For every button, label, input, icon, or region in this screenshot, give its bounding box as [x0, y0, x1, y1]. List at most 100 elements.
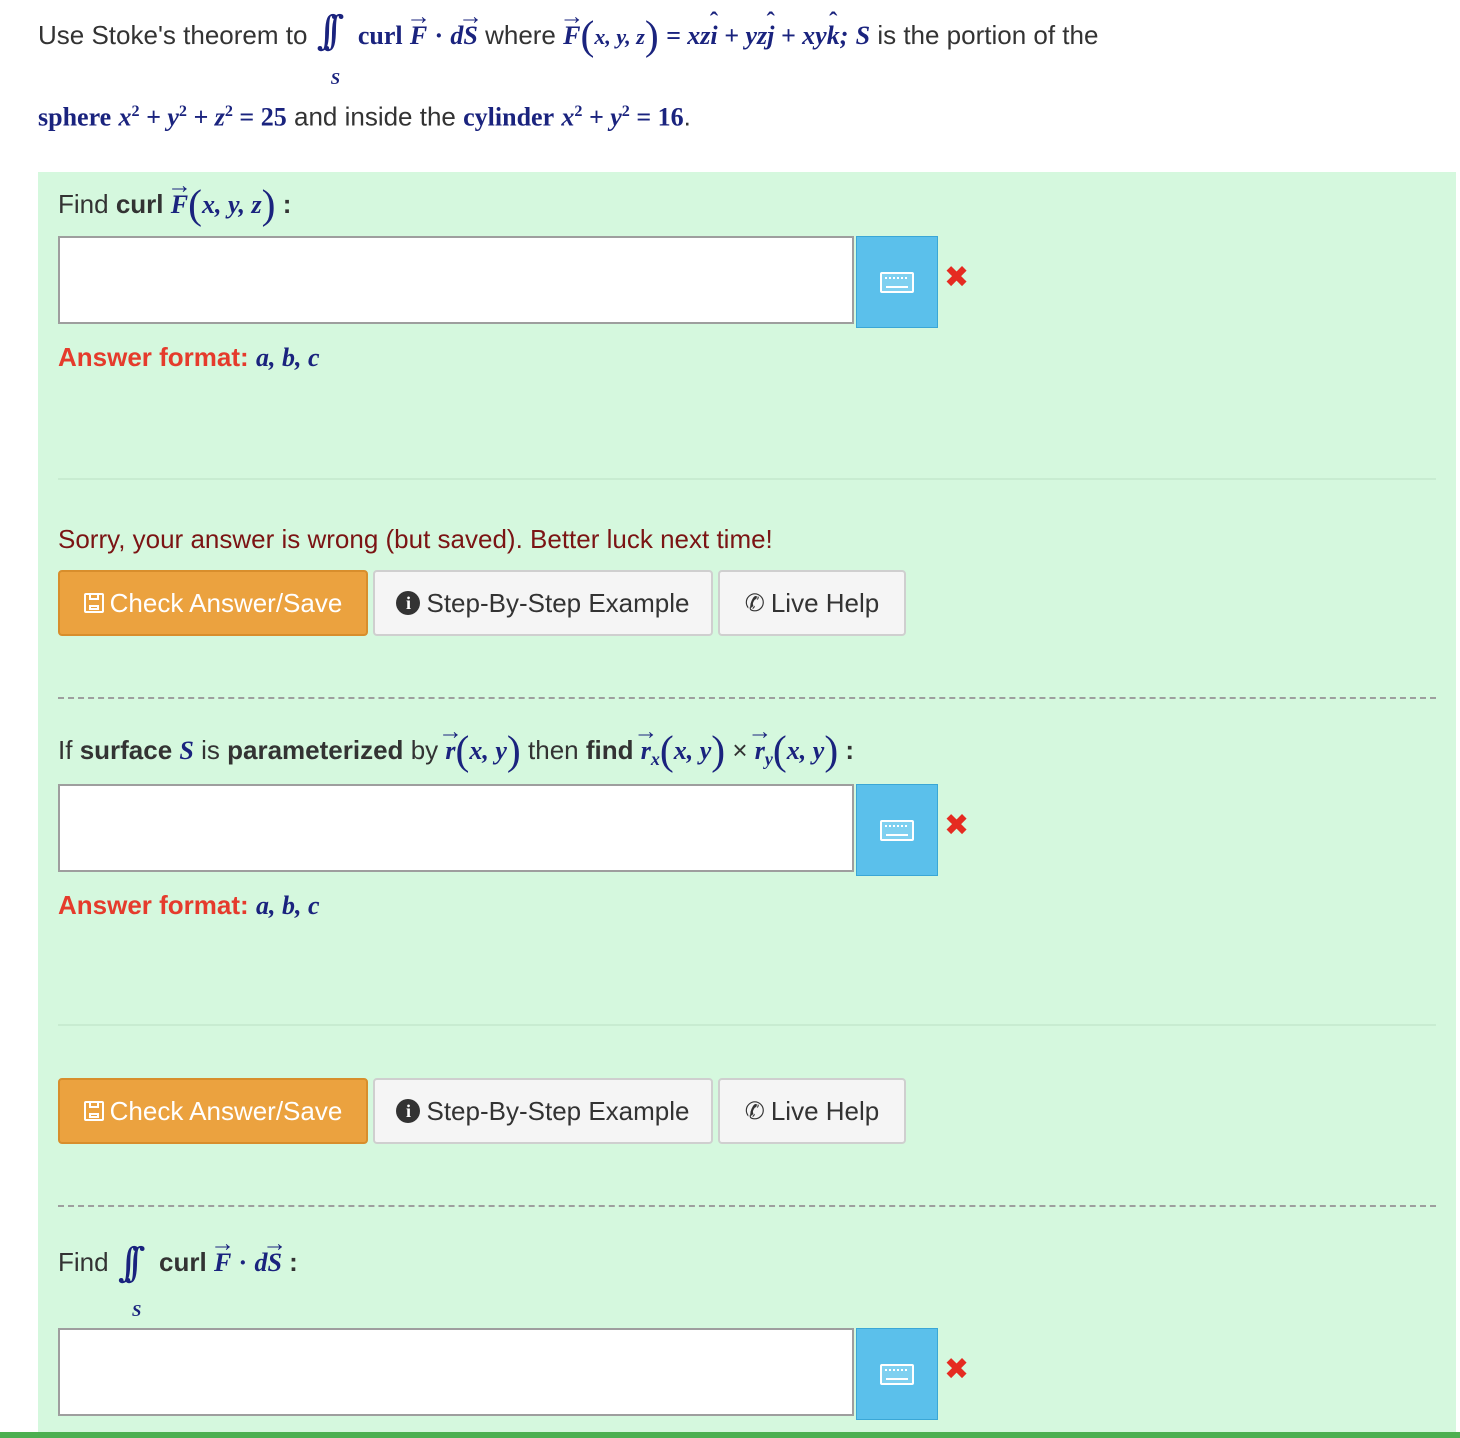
- q3-wrong-icon: ✖: [944, 1352, 970, 1387]
- divider: [58, 1024, 1436, 1026]
- q1-keyboard-button[interactable]: [856, 236, 938, 328]
- step-by-step-label: Step-By-Step Example: [426, 1095, 690, 1126]
- q3-label: Find ∫∫S curl F · dS :: [58, 1236, 298, 1320]
- check-answer-label: Check Answer/Save: [109, 587, 343, 618]
- q3-colon: :: [289, 1247, 298, 1277]
- q2-keyboard-button[interactable]: [856, 784, 938, 876]
- q3-curl-word: curl: [159, 1247, 207, 1277]
- panel-bottom-border: [0, 1432, 1460, 1438]
- q2-is-word: is: [201, 735, 220, 766]
- cylinder-word: cylinder: [463, 102, 555, 132]
- q1-format-value: a, b, c: [255, 343, 320, 372]
- q3-keyboard-button[interactable]: [856, 1328, 938, 1420]
- q2-S: S: [179, 736, 194, 766]
- q2-by-word: by: [410, 735, 439, 766]
- q2-find-word: find: [585, 735, 634, 766]
- save-icon: [83, 593, 104, 613]
- step-by-step-label: Step-By-Step Example: [426, 587, 690, 618]
- live-help-label: Live Help: [770, 587, 880, 618]
- period: .: [683, 101, 691, 132]
- check-answer-button[interactable]: Check Answer/Save: [58, 570, 368, 636]
- step-by-step-button-2[interactable]: i Step-By-Step Example: [373, 1078, 713, 1144]
- curl-word: curl: [357, 21, 403, 51]
- sphere-x-exp: 2: [131, 103, 140, 120]
- q2-answer-format: Answer format: a, b, c: [58, 890, 319, 921]
- live-help-label: Live Help: [770, 1095, 880, 1126]
- q2-vector-r: r: [445, 729, 455, 773]
- check-answer-button-2[interactable]: Check Answer/Save: [58, 1078, 368, 1144]
- F-rhs-3: + xy: [774, 21, 827, 51]
- inside-text: and inside the: [293, 101, 456, 132]
- q2-wrong-icon: ✖: [944, 808, 970, 843]
- where-word: where: [485, 20, 556, 51]
- q3-vector-F: F: [214, 1237, 231, 1289]
- F-rhs-1: = xz: [665, 21, 711, 51]
- q3-answer-input[interactable]: [58, 1328, 854, 1416]
- keyboard-icon: [880, 271, 914, 293]
- q3-surface-integral-symbol: ∫∫ S: [116, 1240, 152, 1320]
- vector-F-def: F: [563, 15, 580, 57]
- q2-answer-input[interactable]: [58, 784, 854, 872]
- sphere-y-exp: 2: [178, 103, 187, 120]
- problem-line-2: sphere x2 + y2 + z2 = 25 and inside the …: [38, 94, 691, 136]
- keyboard-icon: [880, 819, 914, 841]
- sphere-eq-z: + z: [186, 102, 225, 132]
- cyl-y-exp: 2: [621, 103, 630, 120]
- answer-panel: Find curl F(x, y, z) : ✖ Answer format: …: [38, 172, 1456, 1438]
- q2-r-args: x, y: [469, 736, 507, 766]
- keyboard-icon: [880, 1363, 914, 1385]
- divider-dashed: [58, 697, 1436, 699]
- q3-find-word: Find: [58, 1247, 109, 1277]
- step-by-step-button[interactable]: i Step-By-Step Example: [373, 570, 713, 636]
- q1-find-word: Find: [58, 189, 109, 220]
- q1-answer-input[interactable]: [58, 236, 854, 324]
- k-hat: k: [827, 15, 840, 57]
- S-variable: S: [855, 21, 871, 51]
- q2-vector-ry: r: [755, 729, 765, 773]
- q2-param-word: parameterized: [227, 735, 404, 766]
- surface-integral-symbol: ∫∫ S: [315, 10, 351, 88]
- q2-colon: :: [845, 735, 855, 766]
- phone-icon: ✆: [744, 589, 765, 617]
- F-rhs-2: + yz: [717, 21, 768, 51]
- F-args: x, y, z: [594, 24, 645, 50]
- sphere-eq-x: x: [118, 102, 132, 132]
- q1-curl-word: curl: [115, 189, 164, 220]
- q1-answer-format: Answer format: a, b, c: [58, 342, 319, 373]
- check-answer-label: Check Answer/Save: [109, 1095, 343, 1126]
- live-help-button-2[interactable]: ✆ Live Help: [718, 1078, 906, 1144]
- phone-icon: ✆: [744, 1097, 765, 1125]
- q2-format-label: Answer format:: [58, 890, 249, 920]
- info-icon: i: [396, 1099, 421, 1123]
- q1-format-label: Answer format:: [58, 342, 249, 372]
- problem-prefix: Use Stoke's theorem to: [38, 20, 308, 51]
- q1-colon: :: [282, 189, 292, 220]
- q1-vector-F: F: [171, 183, 188, 227]
- q1-wrong-icon: ✖: [944, 260, 970, 295]
- problem-statement: Use Stoke's theorem to ∫∫S curl F · dS w…: [38, 10, 1438, 132]
- q2-rx-args: x, y: [673, 736, 712, 766]
- divider-dashed: [58, 1205, 1436, 1207]
- sphere-eq-y: + y: [139, 102, 179, 132]
- info-icon: i: [396, 591, 421, 615]
- i-hat: i: [710, 15, 717, 57]
- problem-line-1: Use Stoke's theorem to ∫∫S curl F · dS w…: [38, 10, 1438, 88]
- q2-then-word: then: [528, 735, 579, 766]
- sphere-eq-rhs: = 25: [232, 102, 287, 132]
- cyl-eq-rhs: = 16: [629, 102, 684, 132]
- q1-label: Find curl F(x, y, z) :: [58, 182, 291, 227]
- save-icon: [83, 1101, 104, 1121]
- live-help-button[interactable]: ✆ Live Help: [718, 570, 906, 636]
- vector-S: S: [463, 15, 477, 57]
- q2-vector-rx: r: [641, 729, 651, 773]
- q2-if-word: If: [58, 735, 73, 766]
- cyl-eq-x: x: [561, 102, 575, 132]
- q2-ry-args: x, y: [786, 736, 825, 766]
- sphere-word: sphere: [38, 102, 112, 132]
- q2-label: If surface S is parameterized by r(x, y)…: [58, 728, 854, 781]
- cyl-eq-y: + y: [582, 102, 622, 132]
- semicolon: ;: [839, 21, 849, 51]
- vector-F: F: [410, 15, 427, 57]
- q2-surface-word: surface: [79, 735, 173, 766]
- divider: [58, 478, 1436, 480]
